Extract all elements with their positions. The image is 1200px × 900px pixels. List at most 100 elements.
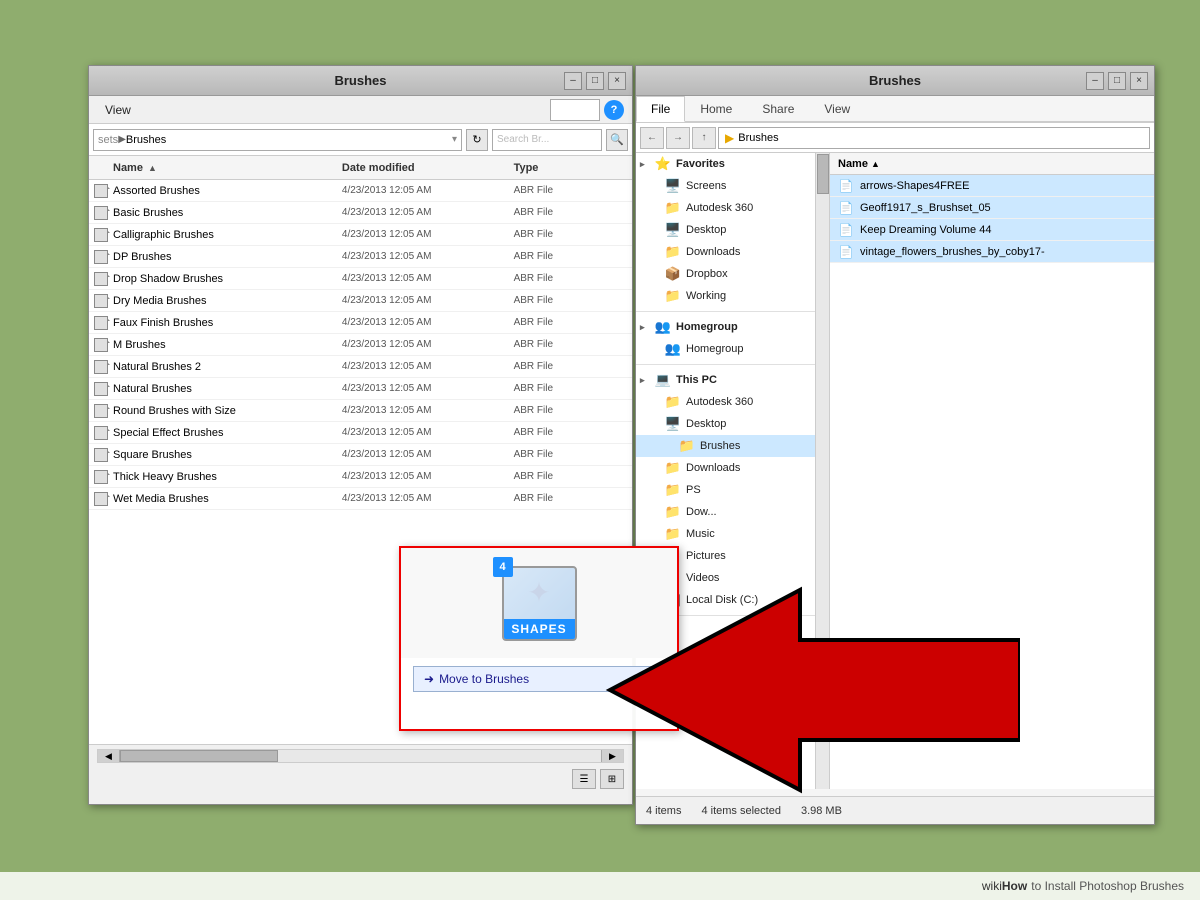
bottom-toolbar: ☰ ⊞ — [89, 767, 632, 791]
right-path-text: Brushes — [738, 132, 778, 144]
file-row[interactable]: Dry Media Brushes 4/23/2013 12:05 AM ABR… — [89, 290, 632, 312]
file-name: Basic Brushes — [113, 207, 342, 219]
file-date: 4/23/2013 12:05 AM — [342, 317, 514, 328]
tree-item-downloads[interactable]: 📁 Downloads — [636, 241, 815, 263]
tree-divider — [636, 311, 815, 312]
file-row[interactable]: Square Brushes 4/23/2013 12:05 AM ABR Fi… — [89, 444, 632, 466]
breadcrumb-current: Brushes — [126, 134, 166, 146]
file-type: ABR File — [514, 361, 628, 372]
tree-item-brushes[interactable]: 📁 Brushes — [636, 435, 815, 457]
breadcrumb-dropdown[interactable]: ▾ — [452, 134, 457, 145]
scrollbar-thumb-left[interactable] — [817, 154, 829, 194]
file-row[interactable]: Faux Finish Brushes 4/23/2013 12:05 AM A… — [89, 312, 632, 334]
right-file-row[interactable]: 📄 arrows-Shapes4FREE — [830, 175, 1154, 197]
right-file-row[interactable]: 📄 vintage_flowers_brushes_by_coby17- — [830, 241, 1154, 263]
tab-share[interactable]: Share — [747, 96, 809, 122]
file-row[interactable]: Natural Brushes 2 4/23/2013 12:05 AM ABR… — [89, 356, 632, 378]
tree-section-homegroup[interactable]: ▸ 👥 Homegroup — [636, 316, 815, 338]
up-button[interactable]: ↑ — [692, 127, 716, 149]
file-row[interactable]: Calligraphic Brushes 4/23/2013 12:05 AM … — [89, 224, 632, 246]
maximize-button[interactable]: □ — [586, 72, 604, 90]
grid-view-btn[interactable]: ⊞ — [600, 769, 624, 789]
abr-icon — [94, 448, 108, 462]
tree-section-favorites[interactable]: ▸ ⭐ Favorites — [636, 153, 815, 175]
tree-item-label: Homegroup — [686, 343, 743, 355]
file-icon — [93, 249, 109, 265]
tree-item-label: Local Disk (C:) — [686, 594, 758, 606]
right-file-icon: 📄 — [838, 201, 854, 215]
file-row[interactable]: Natural Brushes 4/23/2013 12:05 AM ABR F… — [89, 378, 632, 400]
file-type: ABR File — [514, 207, 628, 218]
tree-item-screens[interactable]: 🖥️ Screens — [636, 175, 815, 197]
tree-item-dow...[interactable]: 📁 Dow... — [636, 501, 815, 523]
file-type: ABR File — [514, 295, 628, 306]
file-type: ABR File — [514, 251, 628, 262]
tree-item-working[interactable]: 📁 Working — [636, 285, 815, 307]
file-icon — [93, 403, 109, 419]
move-to-brushes-button[interactable]: ➜ Move to Brushes — [413, 666, 665, 692]
file-name: Natural Brushes 2 — [113, 361, 342, 373]
file-name: Thick Heavy Brushes — [113, 471, 342, 483]
file-type: ABR File — [514, 405, 628, 416]
minimize-button[interactable]: – — [564, 72, 582, 90]
scroll-right-btn[interactable]: ▶ — [601, 750, 623, 762]
tab-home[interactable]: Home — [685, 96, 747, 122]
file-row[interactable]: DP Brushes 4/23/2013 12:05 AM ABR File — [89, 246, 632, 268]
file-row[interactable]: Thick Heavy Brushes 4/23/2013 12:05 AM A… — [89, 466, 632, 488]
right-close-btn[interactable]: × — [1130, 72, 1148, 90]
close-button[interactable]: × — [608, 72, 626, 90]
view-combo[interactable] — [550, 99, 600, 121]
file-row[interactable]: Wet Media Brushes 4/23/2013 12:05 AM ABR… — [89, 488, 632, 510]
vertical-scrollbar-left[interactable] — [816, 153, 830, 789]
list-view-btn[interactable]: ☰ — [572, 769, 596, 789]
search-button[interactable]: 🔍 — [606, 129, 628, 151]
abr-icon — [94, 382, 108, 396]
right-file-name: Geoff1917_s_Brushset_05 — [860, 202, 991, 214]
tree-item-downloads[interactable]: 📁 Downloads — [636, 457, 815, 479]
file-row[interactable]: Round Brushes with Size 4/23/2013 12:05 … — [89, 400, 632, 422]
forward-button[interactable]: → — [666, 127, 690, 149]
right-file-icon: 📄 — [838, 179, 854, 193]
breadcrumb-separator: ▶ — [118, 134, 126, 145]
refresh-button[interactable]: ↻ — [466, 129, 488, 151]
right-breadcrumb: ▶ Brushes — [718, 127, 1150, 149]
file-name: Natural Brushes — [113, 383, 342, 395]
tab-file[interactable]: File — [636, 96, 685, 122]
tree-item-dropbox[interactable]: 📦 Dropbox — [636, 263, 815, 285]
scroll-left-btn[interactable]: ◀ — [98, 750, 120, 762]
scrollbar-thumb[interactable] — [120, 750, 278, 762]
right-maximize-btn[interactable]: □ — [1108, 72, 1126, 90]
tree-item-label: Videos — [686, 572, 719, 584]
horizontal-scrollbar[interactable]: ◀ ▶ — [97, 749, 624, 763]
help-button[interactable]: ? — [604, 100, 624, 120]
tree-section-this-pc[interactable]: ▸ 💻 This PC — [636, 369, 815, 391]
right-file-row[interactable]: 📄 Geoff1917_s_Brushset_05 — [830, 197, 1154, 219]
tree-item-autodesk-360[interactable]: 📁 Autodesk 360 — [636, 197, 815, 219]
right-pane-header: Name ▲ — [830, 153, 1154, 175]
file-icon — [93, 359, 109, 375]
file-list-header: Name ▲ Date modified Type — [89, 156, 632, 180]
tree-item-ps[interactable]: 📁 PS — [636, 479, 815, 501]
tree-folder-icon: 📁 — [664, 483, 682, 497]
tree-item-autodesk-360[interactable]: 📁 Autodesk 360 — [636, 391, 815, 413]
tree-item-music[interactable]: 📁 Music — [636, 523, 815, 545]
file-row[interactable]: Assorted Brushes 4/23/2013 12:05 AM ABR … — [89, 180, 632, 202]
search-box[interactable]: Search Br... — [492, 129, 602, 151]
right-file-row[interactable]: 📄 Keep Dreaming Volume 44 — [830, 219, 1154, 241]
right-minimize-btn[interactable]: – — [1086, 72, 1104, 90]
tree-item-desktop[interactable]: 🖥️ Desktop — [636, 413, 815, 435]
right-titlebar-controls: – □ × — [1086, 72, 1148, 90]
left-window: Brushes – □ × View ? sets ▶ Brushes ▾ ↻ … — [88, 65, 633, 805]
file-row[interactable]: Basic Brushes 4/23/2013 12:05 AM ABR Fil… — [89, 202, 632, 224]
back-button[interactable]: ← — [640, 127, 664, 149]
tab-view[interactable]: View — [809, 96, 865, 122]
file-row[interactable]: Special Effect Brushes 4/23/2013 12:05 A… — [89, 422, 632, 444]
file-row[interactable]: Drop Shadow Brushes 4/23/2013 12:05 AM A… — [89, 268, 632, 290]
tree-item-homegroup[interactable]: 👥 Homegroup — [636, 338, 815, 360]
tree-item-desktop[interactable]: 🖥️ Desktop — [636, 219, 815, 241]
view-menu[interactable]: View — [97, 100, 139, 120]
tree-folder-icon: 🖥️ — [664, 223, 682, 237]
file-row[interactable]: M Brushes 4/23/2013 12:05 AM ABR File — [89, 334, 632, 356]
move-to-label: Move to Brushes — [439, 672, 529, 686]
tree-item-label: Downloads — [686, 462, 740, 474]
